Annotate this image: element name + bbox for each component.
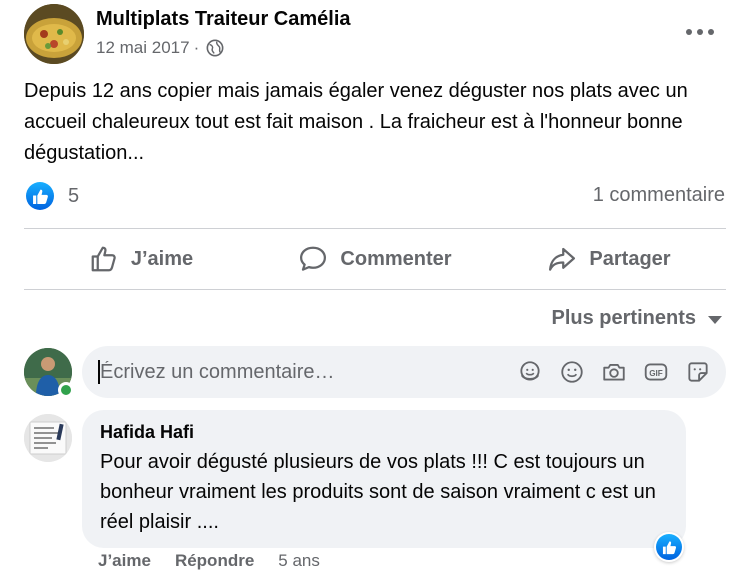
gif-icon[interactable]: GIF — [642, 358, 670, 386]
comment-input[interactable] — [98, 360, 498, 384]
like-icon — [91, 246, 116, 272]
page-avatar[interactable] — [24, 4, 84, 64]
online-status-indicator — [58, 382, 74, 398]
share-icon — [549, 247, 576, 271]
post-date[interactable]: 12 mai 2017 — [96, 38, 190, 58]
reaction-count: 5 — [68, 184, 80, 207]
camera-icon[interactable] — [600, 358, 628, 386]
meta-separator: · — [193, 38, 200, 57]
like-reaction-icon — [26, 182, 54, 210]
chevron-down-icon — [708, 316, 722, 324]
like-button[interactable]: J’aime — [24, 230, 258, 288]
more-dot — [697, 29, 703, 35]
comment-author[interactable]: Hafida Hafi — [100, 422, 668, 443]
more-dot — [686, 29, 692, 35]
composer-tools: GIF — [516, 358, 712, 386]
comment-actions: J’aime Répondre 5 ans — [98, 551, 320, 571]
comment-composer[interactable]: GIF — [82, 346, 726, 398]
svg-text:GIF: GIF — [649, 369, 663, 378]
reactions-summary[interactable]: 5 — [26, 182, 79, 210]
share-label: Partager — [589, 247, 671, 270]
comment-count[interactable]: 1 commentaire — [593, 184, 725, 207]
avatar-sticker-icon[interactable] — [516, 358, 544, 386]
divider — [24, 228, 726, 229]
comment-label: Commenter — [340, 247, 452, 270]
page-name[interactable]: Multiplats Traiteur Camélia — [96, 8, 351, 31]
comment-reply-button[interactable]: Répondre — [175, 551, 254, 571]
comment-sort-dropdown[interactable]: Plus pertinents — [552, 307, 722, 330]
comment-icon — [300, 246, 327, 271]
commenter-avatar[interactable] — [24, 414, 72, 462]
globe-icon — [206, 39, 224, 57]
like-reaction-icon — [656, 534, 682, 560]
more-dot — [708, 29, 714, 35]
divider — [24, 289, 726, 290]
comment-bubble: Hafida Hafi Pour avoir dégusté plusieurs… — [82, 410, 686, 548]
comment-like-button[interactable]: J’aime — [98, 551, 151, 571]
more-icon[interactable] — [686, 22, 714, 42]
comment-timestamp[interactable]: 5 ans — [278, 551, 320, 571]
post-actions: J’aime Commenter Partager — [24, 230, 726, 288]
emoji-icon[interactable] — [558, 358, 586, 386]
sort-label: Plus pertinents — [551, 307, 696, 329]
current-user-avatar[interactable] — [24, 348, 74, 398]
sticker-icon[interactable] — [684, 358, 712, 386]
post-meta: 12 mai 2017 · — [96, 38, 224, 58]
post-text: Depuis 12 ans copier mais jamais égaler … — [24, 80, 688, 164]
comment-reaction-badge[interactable] — [654, 532, 684, 562]
comment-text: Pour avoir dégusté plusieurs de vos plat… — [100, 451, 656, 533]
like-label: J’aime — [130, 247, 194, 270]
comment-button[interactable]: Commenter — [258, 230, 492, 288]
share-button[interactable]: Partager — [492, 230, 726, 288]
